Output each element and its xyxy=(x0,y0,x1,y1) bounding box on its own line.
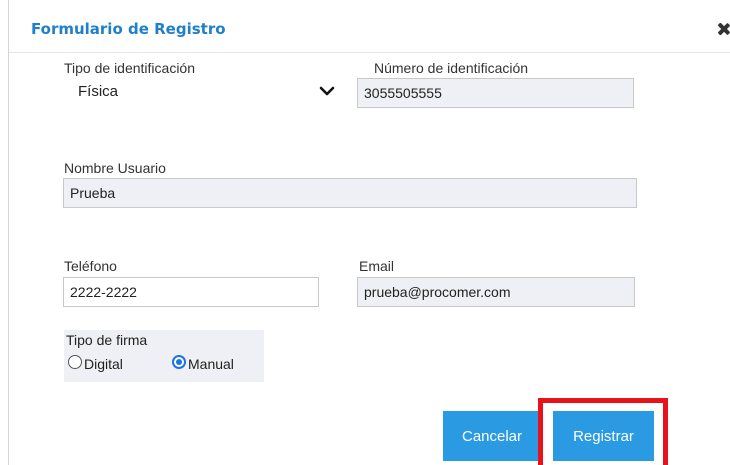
email-field[interactable] xyxy=(357,277,635,307)
register-highlight-box xyxy=(538,398,668,465)
radio-digital[interactable]: Digital xyxy=(68,352,158,374)
phone-label: Teléfono xyxy=(64,258,117,274)
dialog-header: Formulario de Registro xyxy=(9,0,730,52)
signature-type-group: Tipo de firma Digital Manual xyxy=(64,330,264,382)
radio-manual[interactable]: Manual xyxy=(172,352,262,374)
id-type-selected-value: Física xyxy=(78,83,119,100)
signature-type-label: Tipo de firma xyxy=(66,332,148,348)
cancel-button[interactable]: Cancelar xyxy=(443,411,541,461)
radio-digital-label: Digital xyxy=(84,356,123,372)
chevron-down-icon xyxy=(319,86,335,96)
email-label: Email xyxy=(359,258,395,274)
id-number-label: Número de identificación xyxy=(374,60,529,76)
radio-manual-circle[interactable] xyxy=(172,355,186,369)
radio-digital-circle[interactable] xyxy=(68,355,82,369)
id-type-select[interactable]: Física xyxy=(64,77,342,107)
dialog-title: Formulario de Registro xyxy=(31,20,226,38)
username-field[interactable] xyxy=(63,178,637,208)
username-label: Nombre Usuario xyxy=(64,160,166,176)
header-divider xyxy=(9,52,730,53)
id-number-field[interactable] xyxy=(357,78,634,108)
dialog-left-border xyxy=(8,0,9,465)
close-icon[interactable] xyxy=(717,22,730,36)
radio-manual-label: Manual xyxy=(188,356,234,372)
phone-field[interactable] xyxy=(63,277,319,307)
id-type-label: Tipo de identificación xyxy=(64,60,196,76)
